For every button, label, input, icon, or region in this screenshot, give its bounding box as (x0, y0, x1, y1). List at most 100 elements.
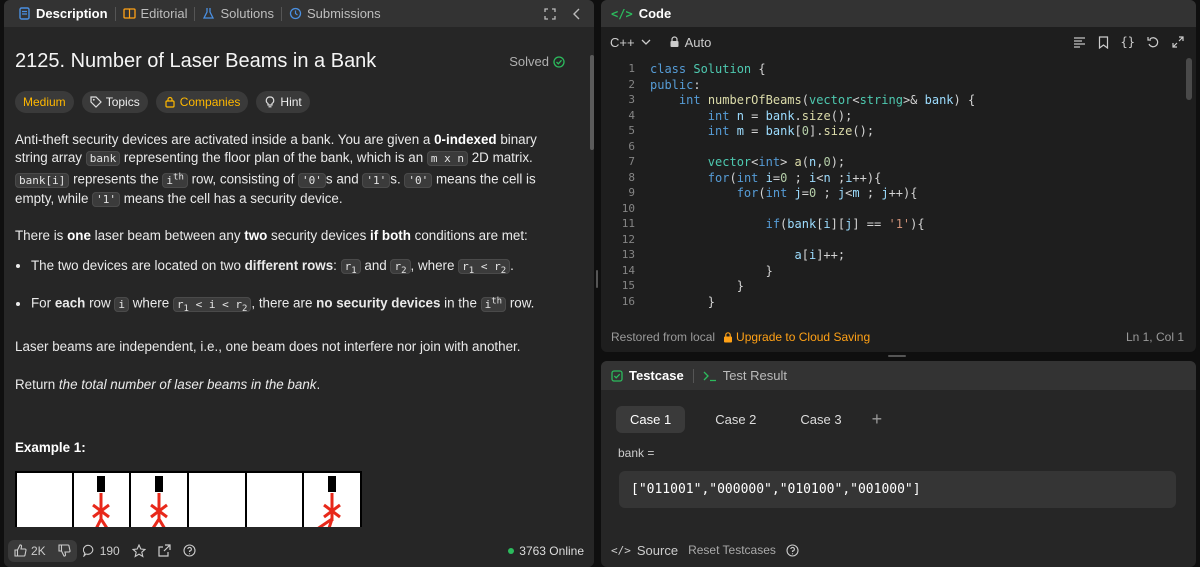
inline-code: m x n (426, 151, 469, 166)
hint-button[interactable]: Hint (256, 91, 310, 113)
code-line: 15 } (621, 279, 744, 293)
vertical-resize-handle[interactable] (596, 270, 598, 288)
checkbox-icon (611, 369, 623, 382)
inline-code: '1' (92, 191, 121, 207)
code-line: 7 vector<int> a(n,0); (628, 155, 846, 169)
collapse-chevron-icon[interactable] (572, 8, 582, 20)
example-title: Example 1: (15, 439, 86, 455)
topics-label: Topics (105, 95, 140, 109)
inline-code: '0' (404, 172, 433, 188)
comment-icon (82, 544, 96, 557)
tab-description[interactable]: Description (12, 0, 114, 27)
lock-icon (164, 96, 176, 108)
description-scrollbar[interactable] (590, 55, 594, 150)
format-icon[interactable] (1073, 35, 1086, 49)
book-icon (122, 7, 136, 20)
code-brackets-icon: </> (611, 543, 631, 557)
code-line: 10 (621, 201, 635, 215)
code-line: 14 } (621, 263, 773, 278)
chevron-down-icon (641, 38, 651, 46)
code-line: 4 int n = bank.size(); (628, 108, 853, 123)
code-line: 8 for(int i=0 ; i<n ;i++){ (628, 170, 882, 185)
source-button[interactable]: </> Source (611, 543, 678, 558)
code-line: 1 class Solution { (628, 62, 766, 76)
horizontal-resize-handle[interactable] (888, 355, 906, 357)
expand-icon[interactable] (1172, 35, 1184, 49)
tab-submissions-label: Submissions (306, 6, 381, 21)
upgrade-link[interactable]: Upgrade to Cloud Saving (723, 330, 870, 344)
favorite-button[interactable] (126, 543, 152, 558)
share-button[interactable] (152, 544, 177, 557)
tab-divider (280, 6, 282, 21)
online-count: 3763 Online (519, 543, 584, 558)
inline-code: bank[i] (15, 172, 70, 188)
tab-editorial-label: Editorial (140, 6, 188, 21)
laser-bank-diagram (15, 470, 362, 527)
param-input[interactable]: ["011001","000000","010100","001000"] (619, 471, 1176, 508)
testcase-panel: Testcase Test Result Case 1 Case 2 Case … (601, 361, 1196, 567)
auto-mode-toggle[interactable]: Auto (669, 35, 711, 50)
description-paragraph-3: Laser beams are independent, i.e., one b… (15, 338, 521, 354)
history-icon (289, 7, 302, 20)
thumbs-up-icon (14, 544, 27, 557)
code-brackets-icon: </> (611, 6, 633, 21)
description-paragraph-2: There is one laser beam between any two … (15, 227, 528, 243)
testcase-bottom-bar: </> Source Reset Testcases (601, 533, 1196, 567)
tab-description-label: Description (36, 6, 108, 21)
vote-group: 2K (8, 539, 77, 562)
case-tab-3[interactable]: Case 3 (786, 406, 855, 433)
tab-test-result[interactable]: Test Result (703, 368, 787, 383)
case-tab-1[interactable]: Case 1 (616, 406, 686, 433)
braces-icon[interactable]: {} (1121, 35, 1135, 49)
param-label: bank = (618, 446, 655, 460)
reset-testcases-button[interactable]: Reset Testcases (688, 543, 776, 557)
code-line: 3 int numberOfBeams(vector<string>& bank… (628, 93, 976, 107)
code-title: Code (638, 6, 672, 21)
add-case-icon[interactable]: + (872, 409, 883, 430)
tab-divider (194, 6, 196, 21)
like-button[interactable]: 2K (8, 544, 52, 558)
tab-solutions[interactable]: Solutions (196, 0, 279, 27)
left-tabbar: Description Editorial Solutions Submissi… (4, 0, 594, 27)
maximize-icon[interactable] (544, 7, 556, 20)
question-circle-icon[interactable] (786, 543, 799, 557)
description-bottom-bar: 2K 190 3763 Online (4, 534, 594, 567)
case-tab-2[interactable]: Case 2 (701, 406, 770, 433)
terminal-icon (703, 370, 717, 382)
restore-status: Restored from local (611, 330, 716, 344)
online-dot (508, 547, 515, 554)
code-editor[interactable]: 1 class Solution { 2 public: 3 int numberO… (601, 62, 1186, 318)
code-line: 6 (628, 139, 635, 153)
check-circle-icon (553, 55, 565, 68)
tab-submissions[interactable]: Submissions (283, 0, 387, 27)
editor-scrollbar[interactable] (1186, 58, 1192, 100)
case-tabs: Case 1 Case 2 Case 3 + (616, 406, 1196, 433)
source-label: Source (636, 542, 679, 558)
language-label: C++ (610, 34, 635, 50)
inline-code: ith (162, 172, 188, 188)
tab-test-result-label: Test Result (722, 368, 787, 383)
tab-testcase[interactable]: Testcase (611, 368, 684, 383)
tab-editorial[interactable]: Editorial (117, 0, 194, 27)
comment-count: 190 (99, 543, 120, 558)
document-icon (18, 7, 31, 20)
code-line: 5 int m = bank[0].size(); (628, 124, 875, 138)
lock-icon (723, 331, 733, 343)
problem-title[interactable]: 2125. Number of Laser Beams in a Bank (15, 50, 376, 73)
help-button[interactable] (177, 544, 202, 557)
code-line: 2 public: (628, 77, 701, 92)
topics-button[interactable]: Topics (81, 91, 148, 113)
difficulty-label: Medium (23, 95, 66, 109)
editor-status-bar: Restored from local Upgrade to Cloud Sav… (601, 322, 1196, 352)
code-tabbar: </> Code (601, 0, 1196, 27)
bookmark-icon[interactable] (1098, 35, 1109, 49)
code-line: 16 } (621, 294, 716, 309)
solved-label: Solved (509, 54, 549, 69)
tab-testcase-label: Testcase (629, 368, 684, 383)
dislike-button[interactable] (52, 544, 77, 557)
comments-button[interactable]: 190 (77, 544, 126, 558)
language-select[interactable]: C++ (610, 35, 651, 50)
reset-icon[interactable] (1147, 35, 1160, 49)
description-panel: Description Editorial Solutions Submissi… (4, 0, 594, 567)
companies-button[interactable]: Companies (155, 91, 249, 113)
